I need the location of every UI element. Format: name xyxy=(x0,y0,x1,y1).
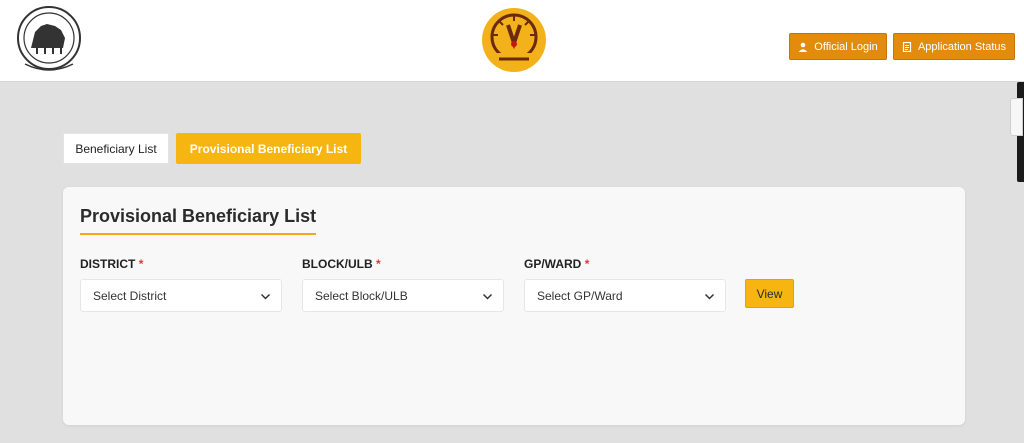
top-header: Official Login Application Status xyxy=(0,0,1024,82)
gp-ward-label: GP/WARD * xyxy=(524,257,589,271)
block-ulb-label-text: BLOCK/ULB xyxy=(302,257,373,271)
chevron-down-icon xyxy=(482,291,493,302)
view-button[interactable]: View xyxy=(745,279,794,308)
chevron-down-icon xyxy=(704,291,715,302)
district-label-text: DISTRICT xyxy=(80,257,136,271)
block-ulb-select[interactable]: Select Block/ULB xyxy=(302,279,504,312)
district-select[interactable]: Select District xyxy=(80,279,282,312)
chevron-down-icon xyxy=(260,291,271,302)
view-button-label: View xyxy=(756,286,783,301)
side-tab[interactable] xyxy=(1010,98,1023,136)
gp-ward-select-value: Select GP/Ward xyxy=(537,288,623,303)
tab-beneficiary-list[interactable]: Beneficiary List xyxy=(63,133,169,164)
subhadra-logo-icon xyxy=(481,7,547,73)
block-ulb-select-value: Select Block/ULB xyxy=(315,288,408,303)
required-mark: * xyxy=(138,257,144,271)
district-label: DISTRICT * xyxy=(80,257,143,271)
tab-label: Beneficiary List xyxy=(75,141,157,156)
user-icon xyxy=(798,42,808,52)
gp-ward-label-text: GP/WARD xyxy=(524,257,582,271)
side-panel-widget[interactable] xyxy=(1006,82,1024,182)
district-select-value: Select District xyxy=(93,288,167,303)
official-login-label: Official Login xyxy=(814,40,878,53)
card-title: Provisional Beneficiary List xyxy=(80,206,317,235)
application-status-label: Application Status xyxy=(917,40,1007,53)
state-emblem-icon xyxy=(15,4,83,76)
required-mark: * xyxy=(584,257,590,271)
official-login-button[interactable]: Official Login xyxy=(789,33,887,60)
block-ulb-label: BLOCK/ULB * xyxy=(302,257,381,271)
beneficiary-filter-card: Provisional Beneficiary List DISTRICT * … xyxy=(63,187,965,425)
required-mark: * xyxy=(376,257,381,271)
application-status-button[interactable]: Application Status xyxy=(893,33,1015,60)
document-icon xyxy=(902,41,912,52)
tab-provisional-beneficiary-list[interactable]: Provisional Beneficiary List xyxy=(176,133,361,164)
gp-ward-select[interactable]: Select GP/Ward xyxy=(524,279,726,312)
tab-label: Provisional Beneficiary List xyxy=(189,141,348,156)
